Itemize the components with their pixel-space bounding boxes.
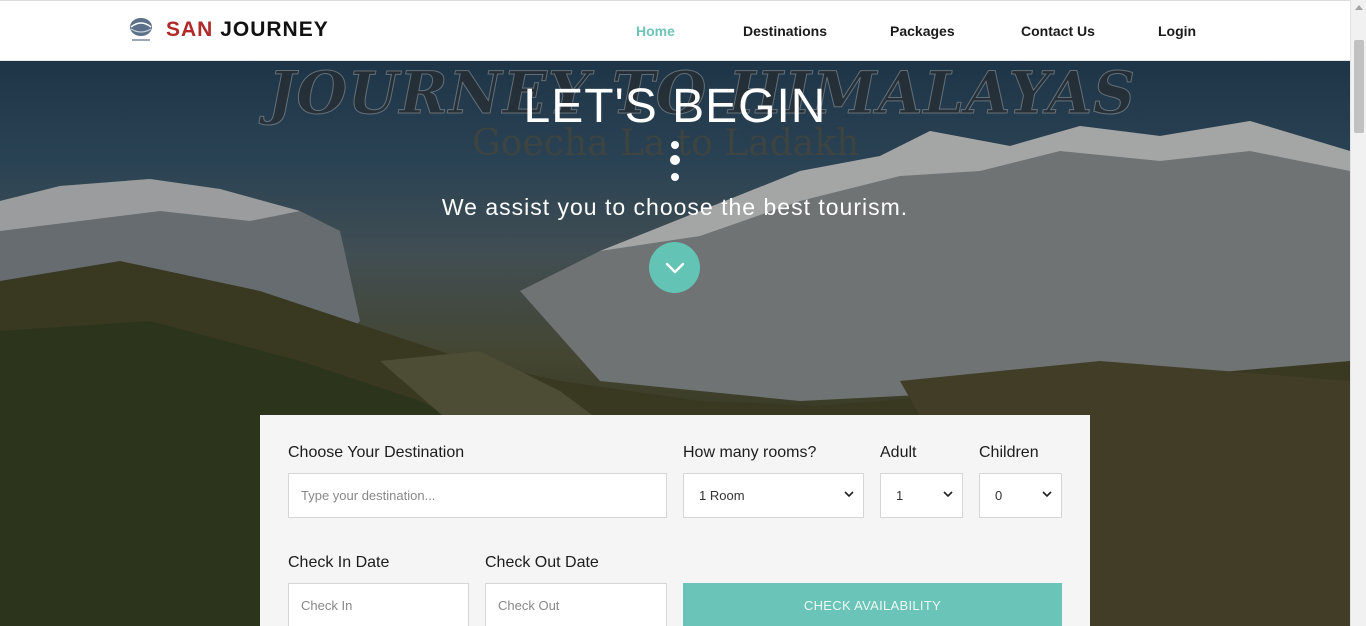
chevron-down-icon	[1042, 491, 1052, 498]
checkout-input[interactable]: Check Out	[485, 583, 667, 626]
nav-packages[interactable]: Packages	[890, 23, 955, 39]
scroll-down-button[interactable]	[649, 242, 700, 293]
nav-home[interactable]: Home	[636, 23, 675, 39]
destination-label: Choose Your Destination	[288, 444, 465, 461]
hero-title: LET'S BEGIN	[523, 80, 827, 133]
checkin-label: Check In Date	[288, 554, 390, 571]
top-navbar: SAN JOURNEY Home Destinations Packages C…	[0, 0, 1350, 61]
main-nav: Home Destinations Packages Contact Us Lo…	[0, 23, 1350, 43]
checkout-label: Check Out Date	[485, 554, 599, 571]
adult-select[interactable]: 1	[880, 473, 963, 518]
checkin-input[interactable]: Check In	[288, 583, 469, 626]
adult-label: Adult	[880, 444, 917, 461]
nav-login[interactable]: Login	[1158, 23, 1196, 39]
children-label: Children	[979, 444, 1039, 461]
destination-placeholder: Type your destination...	[301, 488, 436, 503]
chevron-down-icon	[844, 491, 854, 498]
page-scrollbar[interactable]	[1350, 0, 1366, 626]
check-availability-button[interactable]: CHECK AVAILABILITY	[683, 583, 1062, 626]
booking-form: Choose Your Destination Type your destin…	[260, 415, 1090, 626]
chevron-down-icon	[665, 262, 684, 273]
nav-contact-us[interactable]: Contact Us	[1021, 23, 1095, 39]
scrollbar-thumb[interactable]	[1354, 40, 1364, 133]
chevron-down-icon	[943, 491, 953, 498]
children-select[interactable]: 0	[979, 473, 1062, 518]
hero-subtitle: We assist you to choose the best tourism…	[441, 194, 909, 220]
rooms-select[interactable]: 1 Room	[683, 473, 864, 518]
checkin-placeholder: Check In	[301, 598, 353, 613]
rooms-label: How many rooms?	[683, 444, 817, 461]
checkout-placeholder: Check Out	[498, 598, 560, 613]
rooms-selected-value: 1 Room	[699, 488, 745, 503]
children-selected-value: 0	[995, 488, 1003, 503]
destination-input[interactable]: Type your destination...	[288, 473, 667, 518]
hero-dots-divider	[670, 141, 680, 181]
adult-selected-value: 1	[896, 488, 904, 503]
nav-destinations[interactable]: Destinations	[743, 23, 827, 39]
scroll-up-arrow-icon[interactable]	[1355, 5, 1363, 10]
